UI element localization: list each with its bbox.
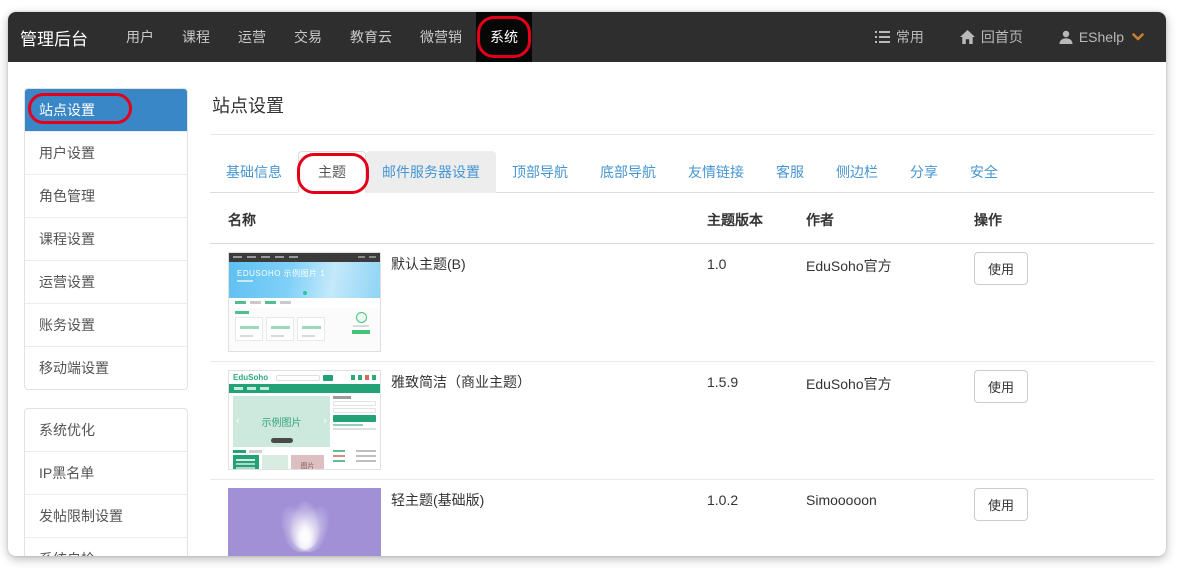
header-version: 主题版本 (707, 210, 806, 230)
table-row-default-theme: EDUSOHO 示例图片 1 (210, 244, 1154, 362)
theme-version: 1.5.9 (707, 370, 806, 470)
theme-version: 1.0 (707, 252, 806, 352)
settings-sidebar: 站点设置 用户设置 角色管理 课程设置 运营设置 账务设置 移动端设置 系统优化… (24, 88, 188, 556)
preview-banner-text: EDUSOHO 示例图片 1 (237, 268, 325, 279)
tab-friend-links[interactable]: 友情链接 (672, 151, 760, 193)
page-title: 站点设置 (210, 88, 1154, 135)
top-navbar: 管理后台 用户 课程 运营 交易 教育云 微营销 系统 常用 回首页 EShel… (8, 12, 1166, 62)
quick-menu-label: 常用 (896, 27, 924, 47)
sidebar-group-system: 系统优化 IP黑名单 发帖限制设置 系统自检 (24, 408, 188, 556)
theme-preview-light: 轻·基础版 (228, 488, 381, 556)
sidebar-item-operation-settings[interactable]: 运营设置 (25, 260, 187, 303)
theme-table-header: 名称 主题版本 作者 操作 (210, 197, 1154, 244)
tab-basic-info[interactable]: 基础信息 (210, 151, 298, 193)
sidebar-item-finance-settings[interactable]: 账务设置 (25, 303, 187, 346)
sidebar-item-post-limit[interactable]: 发帖限制设置 (25, 494, 187, 537)
theme-preview-default: EDUSOHO 示例图片 1 (228, 252, 381, 352)
home-label: 回首页 (981, 27, 1023, 47)
main-panel: 站点设置 基础信息 主题 邮件服务器设置 顶部导航 底部导航 友情链接 客服 侧… (210, 88, 1154, 556)
sidebar-group-settings: 站点设置 用户设置 角色管理 课程设置 运营设置 账务设置 移动端设置 (24, 88, 188, 390)
tab-bottom-nav[interactable]: 底部导航 (584, 151, 672, 193)
sidebar-item-role-management[interactable]: 角色管理 (25, 174, 187, 217)
brand-title: 管理后台 (8, 12, 102, 62)
list-icon (875, 31, 890, 44)
topnav-right: 常用 回首页 EShelp (875, 12, 1166, 62)
preview-banner-text: 示例图片 (262, 414, 302, 429)
topnav-item-micromarketing[interactable]: 微营销 (406, 12, 476, 62)
header-name: 名称 (228, 210, 707, 230)
table-row-light-theme: 轻·基础版 轻主题(基础版) 1.0.2 Simooooon 使用 (210, 480, 1154, 556)
topnav-item-system[interactable]: 系统 (476, 12, 532, 62)
sidebar-item-system-optimize[interactable]: 系统优化 (25, 409, 187, 451)
use-theme-button[interactable]: 使用 (974, 488, 1028, 521)
home-link[interactable]: 回首页 (960, 27, 1023, 47)
sidebar-item-mobile-settings[interactable]: 移动端设置 (25, 346, 187, 389)
preview-logo-text: EduSoho (233, 374, 268, 382)
tab-security[interactable]: 安全 (954, 151, 1014, 193)
content-layout: 站点设置 用户设置 角色管理 课程设置 运营设置 账务设置 移动端设置 系统优化… (8, 62, 1166, 556)
sidebar-item-site-settings[interactable]: 站点设置 (25, 89, 187, 131)
user-icon (1059, 30, 1073, 44)
tab-share[interactable]: 分享 (894, 151, 954, 193)
theme-name: 默认主题(B) (391, 252, 466, 274)
tab-customer-service[interactable]: 客服 (760, 151, 820, 193)
sidebar-item-system-check[interactable]: 系统自检 (25, 537, 187, 556)
topnav-item-users[interactable]: 用户 (112, 12, 168, 62)
use-theme-button[interactable]: 使用 (974, 252, 1028, 285)
theme-table: 名称 主题版本 作者 操作 EDUSOHO 示例图片 1 (210, 197, 1154, 556)
theme-author: EduSoho官方 (806, 252, 974, 352)
settings-tabs: 基础信息 主题 邮件服务器设置 顶部导航 底部导航 友情链接 客服 侧边栏 分享… (210, 151, 1154, 193)
sidebar-item-ip-blacklist[interactable]: IP黑名单 (25, 451, 187, 494)
user-menu[interactable]: EShelp (1059, 29, 1144, 45)
use-theme-button[interactable]: 使用 (974, 370, 1028, 403)
theme-preview-elegant: EduSoho ‹ 示例图片 › (228, 370, 381, 470)
app-window: 管理后台 用户 课程 运营 交易 教育云 微营销 系统 常用 回首页 EShel… (8, 12, 1166, 556)
theme-version: 1.0.2 (707, 488, 806, 556)
table-row-elegant-theme: EduSoho ‹ 示例图片 › (210, 362, 1154, 480)
header-action: 操作 (974, 210, 1154, 230)
tab-sidebar[interactable]: 侧边栏 (820, 151, 894, 193)
topnav-item-courses[interactable]: 课程 (168, 12, 224, 62)
user-label: EShelp (1079, 29, 1124, 45)
tab-mail-server[interactable]: 邮件服务器设置 (366, 151, 496, 193)
sidebar-item-course-settings[interactable]: 课程设置 (25, 217, 187, 260)
theme-author: Simooooon (806, 488, 974, 556)
topnav-item-trade[interactable]: 交易 (280, 12, 336, 62)
tab-top-nav[interactable]: 顶部导航 (496, 151, 584, 193)
topnav-item-educloud[interactable]: 教育云 (336, 12, 406, 62)
preview-card-text: 图片 (291, 455, 324, 470)
tab-theme[interactable]: 主题 (298, 151, 366, 193)
chevron-down-icon (1132, 33, 1144, 41)
home-icon (960, 30, 975, 44)
theme-name: 轻主题(基础版) (391, 488, 484, 510)
topnav-item-operations[interactable]: 运营 (224, 12, 280, 62)
theme-author: EduSoho官方 (806, 370, 974, 470)
header-author: 作者 (806, 210, 974, 230)
quick-menu-link[interactable]: 常用 (875, 27, 924, 47)
theme-name: 雅致简洁（商业主题） (391, 370, 531, 392)
sidebar-item-user-settings[interactable]: 用户设置 (25, 131, 187, 174)
